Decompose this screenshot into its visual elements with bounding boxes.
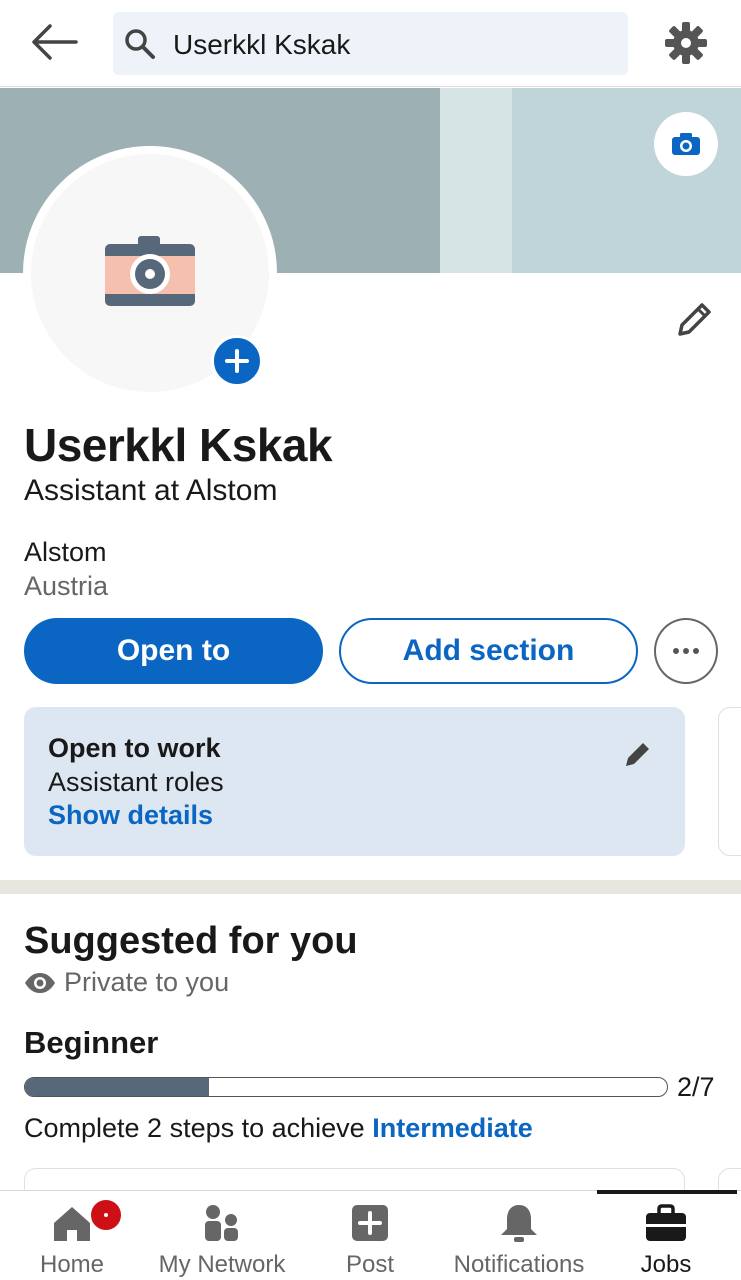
add-section-button[interactable]: Add section bbox=[339, 618, 638, 684]
open-to-work-roles: Assistant roles bbox=[48, 767, 224, 797]
bell-icon bbox=[501, 1205, 537, 1242]
briefcase-icon bbox=[646, 1204, 686, 1241]
section-divider bbox=[0, 880, 741, 894]
profile-company[interactable]: Alstom bbox=[24, 537, 107, 568]
nav-home-label: Home bbox=[39, 1251, 105, 1278]
network-icon bbox=[205, 1205, 238, 1241]
edit-open-to-work-pencil-icon[interactable] bbox=[621, 737, 655, 771]
photo-placeholder-camera-icon bbox=[105, 236, 195, 306]
edit-profile-pencil-icon[interactable] bbox=[672, 298, 716, 342]
search-bar[interactable]: Userkkl Kskak bbox=[113, 12, 628, 75]
nav-notifications[interactable]: Notifications bbox=[448, 1191, 590, 1280]
level-progress-fill bbox=[25, 1078, 209, 1096]
open-to-work-card[interactable]: Open to work Assistant roles Show detail… bbox=[24, 707, 685, 856]
nav-post[interactable]: Post bbox=[320, 1191, 420, 1280]
private-note-text: Private to you bbox=[64, 967, 230, 997]
next-level-link[interactable]: Intermediate bbox=[372, 1113, 533, 1143]
search-query: Userkkl Kskak bbox=[173, 29, 351, 60]
nav-jobs-label: Jobs bbox=[640, 1251, 692, 1278]
profile-location: Austria bbox=[24, 571, 109, 601]
home-icon bbox=[54, 1207, 90, 1241]
camera-icon bbox=[672, 133, 700, 155]
add-photo-button[interactable] bbox=[211, 335, 263, 387]
edit-banner-button[interactable] bbox=[654, 112, 718, 176]
progress-count: 2/7 bbox=[677, 1072, 715, 1102]
complete-steps-text: Complete 2 steps to achieve Intermediate bbox=[24, 1113, 533, 1144]
nav-network-label: My Network bbox=[158, 1251, 286, 1278]
profile-headline: Assistant at Alstom bbox=[24, 474, 278, 507]
complete-steps-prefix: Complete 2 steps to achieve bbox=[24, 1113, 373, 1143]
nav-post-label: Post bbox=[345, 1251, 395, 1278]
top-bar: Userkkl Kskak bbox=[0, 0, 741, 87]
gear-icon[interactable] bbox=[662, 19, 710, 67]
plus-icon bbox=[225, 349, 249, 373]
banner-stripe bbox=[440, 88, 512, 273]
profile-name: Userkkl Kskak bbox=[24, 419, 333, 471]
search-icon bbox=[125, 29, 155, 59]
post-icon bbox=[352, 1205, 388, 1241]
show-details-link[interactable]: Show details bbox=[48, 800, 213, 831]
suggested-title: Suggested for you bbox=[24, 920, 358, 962]
nav-active-indicator bbox=[597, 1190, 737, 1194]
level-progress-bar bbox=[24, 1077, 668, 1097]
nav-jobs[interactable]: Jobs bbox=[616, 1191, 716, 1280]
private-note: Private to you bbox=[24, 967, 229, 998]
nav-my-network[interactable]: My Network bbox=[150, 1191, 294, 1280]
nav-notifications-label: Notifications bbox=[453, 1251, 585, 1278]
open-to-button[interactable]: Open to bbox=[24, 618, 323, 684]
notification-badge bbox=[88, 1197, 124, 1233]
ellipsis-icon bbox=[673, 648, 699, 654]
profile-page: Userkkl Kskak Userkkl Kskak Assistant at… bbox=[0, 0, 741, 1280]
open-to-work-title: Open to work bbox=[48, 733, 221, 763]
more-options-button[interactable] bbox=[654, 618, 718, 684]
next-card-peek[interactable] bbox=[718, 707, 741, 856]
profile-level: Beginner bbox=[24, 1025, 159, 1060]
eye-icon bbox=[25, 972, 55, 993]
back-arrow-icon[interactable] bbox=[28, 20, 82, 64]
